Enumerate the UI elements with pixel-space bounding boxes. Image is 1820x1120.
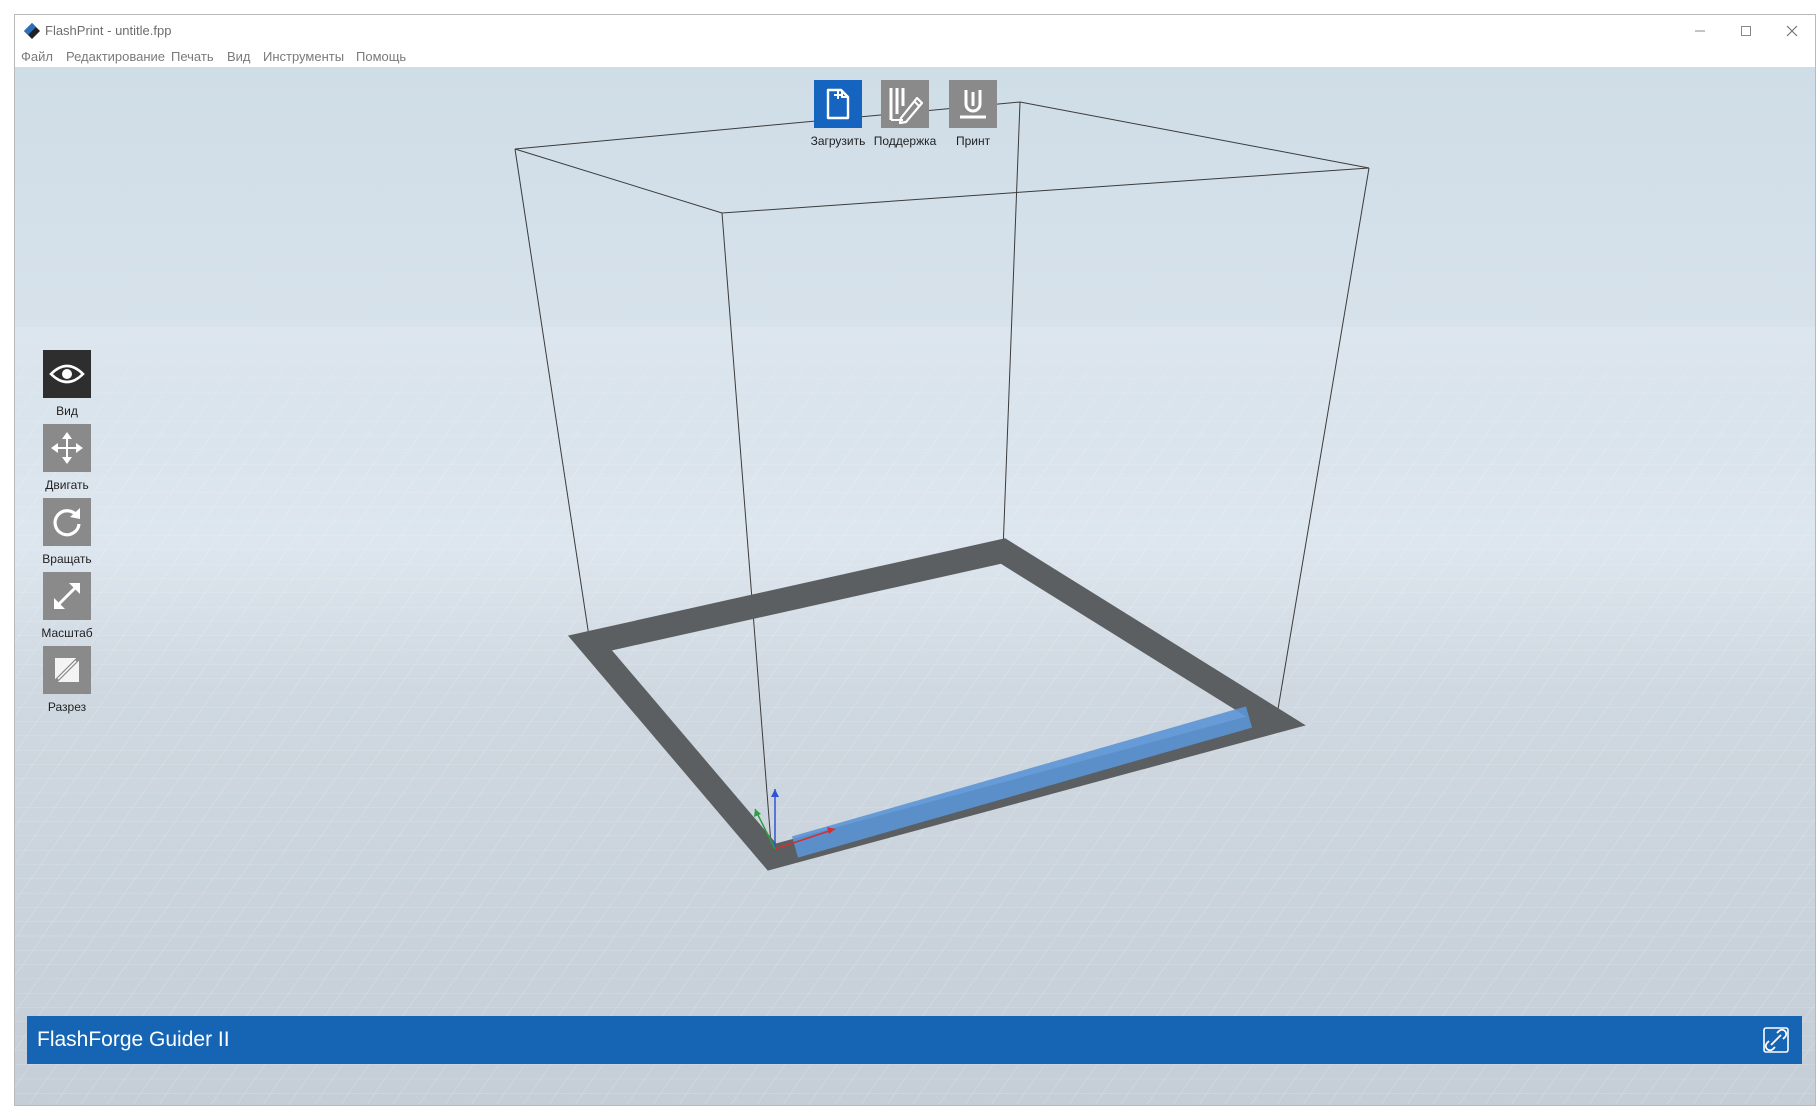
toolbar-supports[interactable]: Поддержка [871,80,939,148]
load-file-icon [826,88,850,120]
window-title: FlashPrint - untitle.fpp [45,23,172,38]
menu-tools[interactable]: Инструменты [263,49,344,64]
printer-status-bar: FlashForge Guider II [27,1016,1802,1064]
connect-icon [1763,1027,1789,1053]
load-button[interactable] [814,80,862,128]
maximize-icon [1741,26,1751,36]
cut-button[interactable] [43,646,91,694]
tool-view[interactable]: Вид [35,350,99,418]
menu-help[interactable]: Помощь [356,49,406,64]
move-icon [51,432,83,464]
view-label: Вид [56,404,78,418]
close-icon [1786,25,1798,37]
supports-icon [889,88,924,124]
floor-grid [15,327,1815,1105]
menu-print[interactable]: Печать [171,49,214,64]
tool-cut[interactable]: Разрез [35,646,99,714]
maximize-button[interactable] [1723,15,1769,47]
scale-button[interactable] [43,572,91,620]
minimize-icon [1695,30,1705,32]
scale-label: Масштаб [41,626,93,640]
cut-label: Разрез [47,700,87,714]
app-window: FlashPrint - untitle.fpp Файл Редактиров… [14,14,1816,1106]
print-icon [960,90,986,119]
toolbar-load[interactable]: Загрузить [804,80,872,148]
3d-viewport[interactable]: Загрузить Поддержка Принт Вид Двигать Вр… [15,67,1815,1105]
print-label: Принт [955,134,991,148]
build-volume-scene[interactable] [15,67,1815,1105]
supports-button[interactable] [881,80,929,128]
move-label: Двигать [45,478,89,492]
printer-name: FlashForge Guider II [37,1028,230,1051]
flashprint-logo-icon [24,23,40,39]
menu-edit[interactable]: Редактирование [66,49,165,64]
title-bar: FlashPrint - untitle.fpp [15,15,1815,47]
rotate-button[interactable] [43,498,91,546]
menu-view[interactable]: Вид [227,49,251,64]
minimize-button[interactable] [1677,15,1723,47]
move-button[interactable] [43,424,91,472]
load-label: Загрузить [810,134,866,148]
menu-file[interactable]: Файл [21,49,53,64]
eye-icon [49,364,85,384]
supports-label: Поддержка [873,134,937,148]
connect-printer-button[interactable] [1762,1026,1790,1054]
tool-rotate[interactable]: Вращать [35,498,99,566]
tool-scale[interactable]: Масштаб [35,572,99,640]
cut-icon [51,654,83,686]
print-button[interactable] [949,80,997,128]
menu-bar: Файл Редактирование Печать Вид Инструмен… [15,47,1815,67]
view-button[interactable] [43,350,91,398]
rotate-icon [53,508,81,537]
scale-icon [54,583,80,609]
rotate-label: Вращать [42,552,92,566]
toolbar-print[interactable]: Принт [939,80,1007,148]
close-button[interactable] [1769,15,1815,47]
tool-move[interactable]: Двигать [35,424,99,492]
